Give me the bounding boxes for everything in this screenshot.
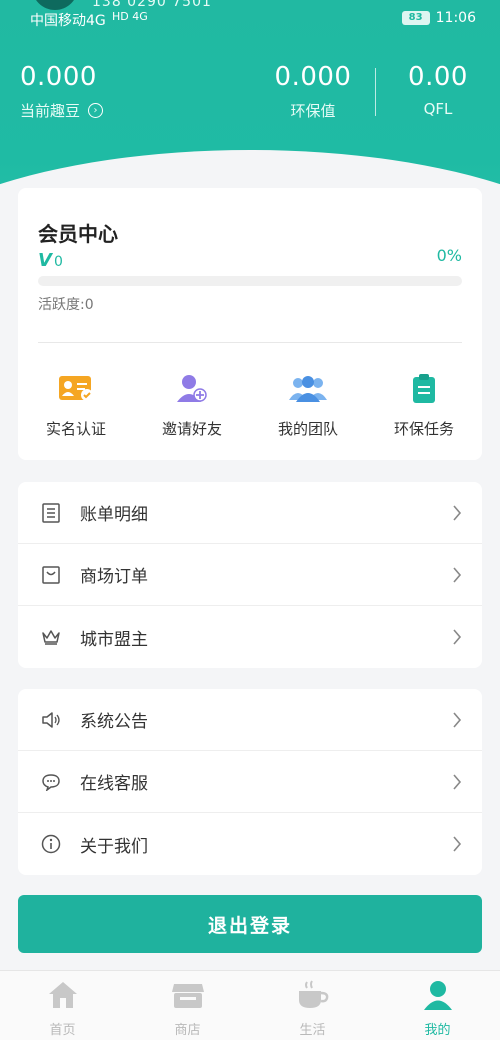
- coffee-icon: [296, 979, 330, 1011]
- member-level: V0: [38, 250, 63, 271]
- chevron-right-icon: [450, 834, 464, 854]
- action-label: 实名认证: [45, 420, 106, 438]
- menu-item-label: 在线客服: [80, 774, 148, 794]
- menu-item-label: 商场订单: [80, 567, 148, 587]
- menu-item-label: 账单明细: [80, 505, 148, 525]
- status-phone-number: 138 0290 7501: [92, 0, 212, 10]
- level-value: 0: [53, 254, 63, 270]
- user-icon: [421, 979, 455, 1011]
- action-my-team[interactable]: 我的团队: [250, 372, 366, 439]
- stat-label: 当前趣豆: [20, 102, 81, 120]
- store-icon: [171, 979, 205, 1011]
- action-label: 环保任务: [393, 420, 454, 438]
- id-card-icon: [56, 372, 96, 404]
- stat-current-beans[interactable]: 0.000 当前趣豆 ›: [20, 62, 104, 121]
- action-eco-task[interactable]: 环保任务: [366, 372, 482, 439]
- stat-value: 0.00: [408, 62, 468, 92]
- chevron-right-icon: [450, 565, 464, 585]
- tab-store[interactable]: 商店: [125, 971, 250, 1040]
- tab-label: 我的: [424, 1023, 451, 1038]
- menu-item-announcement[interactable]: 系统公告: [18, 689, 482, 751]
- status-time: 11:06: [435, 10, 476, 26]
- level-progress-bar: [38, 276, 462, 286]
- menu-group-account: 账单明细 商场订单 城市盟主: [18, 482, 482, 668]
- member-center-card: 会员中心 V0 0% 活跃度:0 实名认证 邀请好友 我的团队 环保任务: [18, 188, 482, 460]
- chevron-right-icon: [450, 710, 464, 730]
- info-icon: [40, 833, 62, 855]
- chevron-right-circle-icon[interactable]: ›: [88, 103, 104, 118]
- invite-friend-icon: [172, 372, 212, 404]
- stat-label: 环保值: [290, 102, 336, 120]
- stat-value: 0.000: [274, 62, 352, 92]
- tab-mine[interactable]: 我的: [375, 971, 500, 1040]
- menu-item-online-service[interactable]: 在线客服: [18, 751, 482, 813]
- action-label: 我的团队: [277, 420, 338, 438]
- tab-label: 首页: [49, 1023, 76, 1038]
- stat-qfl: 0.00 QFL: [392, 62, 484, 118]
- action-label: 邀请好友: [161, 420, 222, 438]
- chat-icon: [40, 771, 62, 793]
- progress-percent: 0%: [436, 246, 462, 265]
- tab-label: 生活: [299, 1023, 326, 1038]
- logout-button[interactable]: 退出登录: [18, 895, 482, 953]
- chevron-right-icon: [450, 772, 464, 792]
- app-avatar-edge: [32, 0, 78, 10]
- menu-group-support: 系统公告 在线客服 关于我们: [18, 689, 482, 875]
- action-invite-friend[interactable]: 邀请好友: [134, 372, 250, 439]
- menu-item-about-us[interactable]: 关于我们: [18, 813, 482, 875]
- tab-life[interactable]: 生活: [250, 971, 375, 1040]
- crown-icon: [40, 626, 62, 648]
- order-icon: [40, 564, 62, 586]
- status-bar: 138 0290 7501 中国移动4G HD 4G 83 11:06: [0, 0, 500, 36]
- chevron-right-icon: [450, 503, 464, 523]
- menu-item-label: 城市盟主: [80, 629, 148, 650]
- status-carrier: 中国移动4G: [30, 13, 106, 29]
- tab-home[interactable]: 首页: [0, 971, 125, 1040]
- menu-item-label: 系统公告: [80, 712, 148, 732]
- activity-text: 活跃度:0: [38, 297, 94, 313]
- menu-item-mall-orders[interactable]: 商场订单: [18, 544, 482, 606]
- level-mark: V: [38, 250, 52, 271]
- home-icon: [46, 979, 80, 1011]
- action-real-name[interactable]: 实名认证: [18, 372, 134, 439]
- stat-divider: [375, 68, 376, 116]
- menu-item-bill-details[interactable]: 账单明细: [18, 482, 482, 544]
- task-clipboard-icon: [404, 372, 444, 404]
- stat-eco-value: 0.000 环保值: [270, 62, 356, 121]
- menu-item-city-leader[interactable]: 城市盟主: [18, 606, 482, 668]
- card-divider: [38, 342, 462, 343]
- bill-icon: [40, 502, 62, 524]
- bottom-tab-bar: 首页 商店 生活 我的: [0, 970, 500, 1040]
- stat-label: QFL: [423, 100, 453, 118]
- tab-label: 商店: [174, 1023, 201, 1038]
- status-signal-badges: HD 4G: [112, 10, 148, 23]
- menu-item-label: 关于我们: [80, 836, 148, 857]
- speaker-icon: [40, 709, 62, 731]
- member-actions: 实名认证 邀请好友 我的团队 环保任务: [18, 372, 482, 439]
- team-icon: [288, 372, 328, 404]
- battery-icon: 83: [401, 11, 430, 25]
- member-center-title: 会员中心: [38, 222, 118, 246]
- chevron-right-icon: [450, 627, 464, 647]
- stat-value: 0.000: [20, 62, 97, 92]
